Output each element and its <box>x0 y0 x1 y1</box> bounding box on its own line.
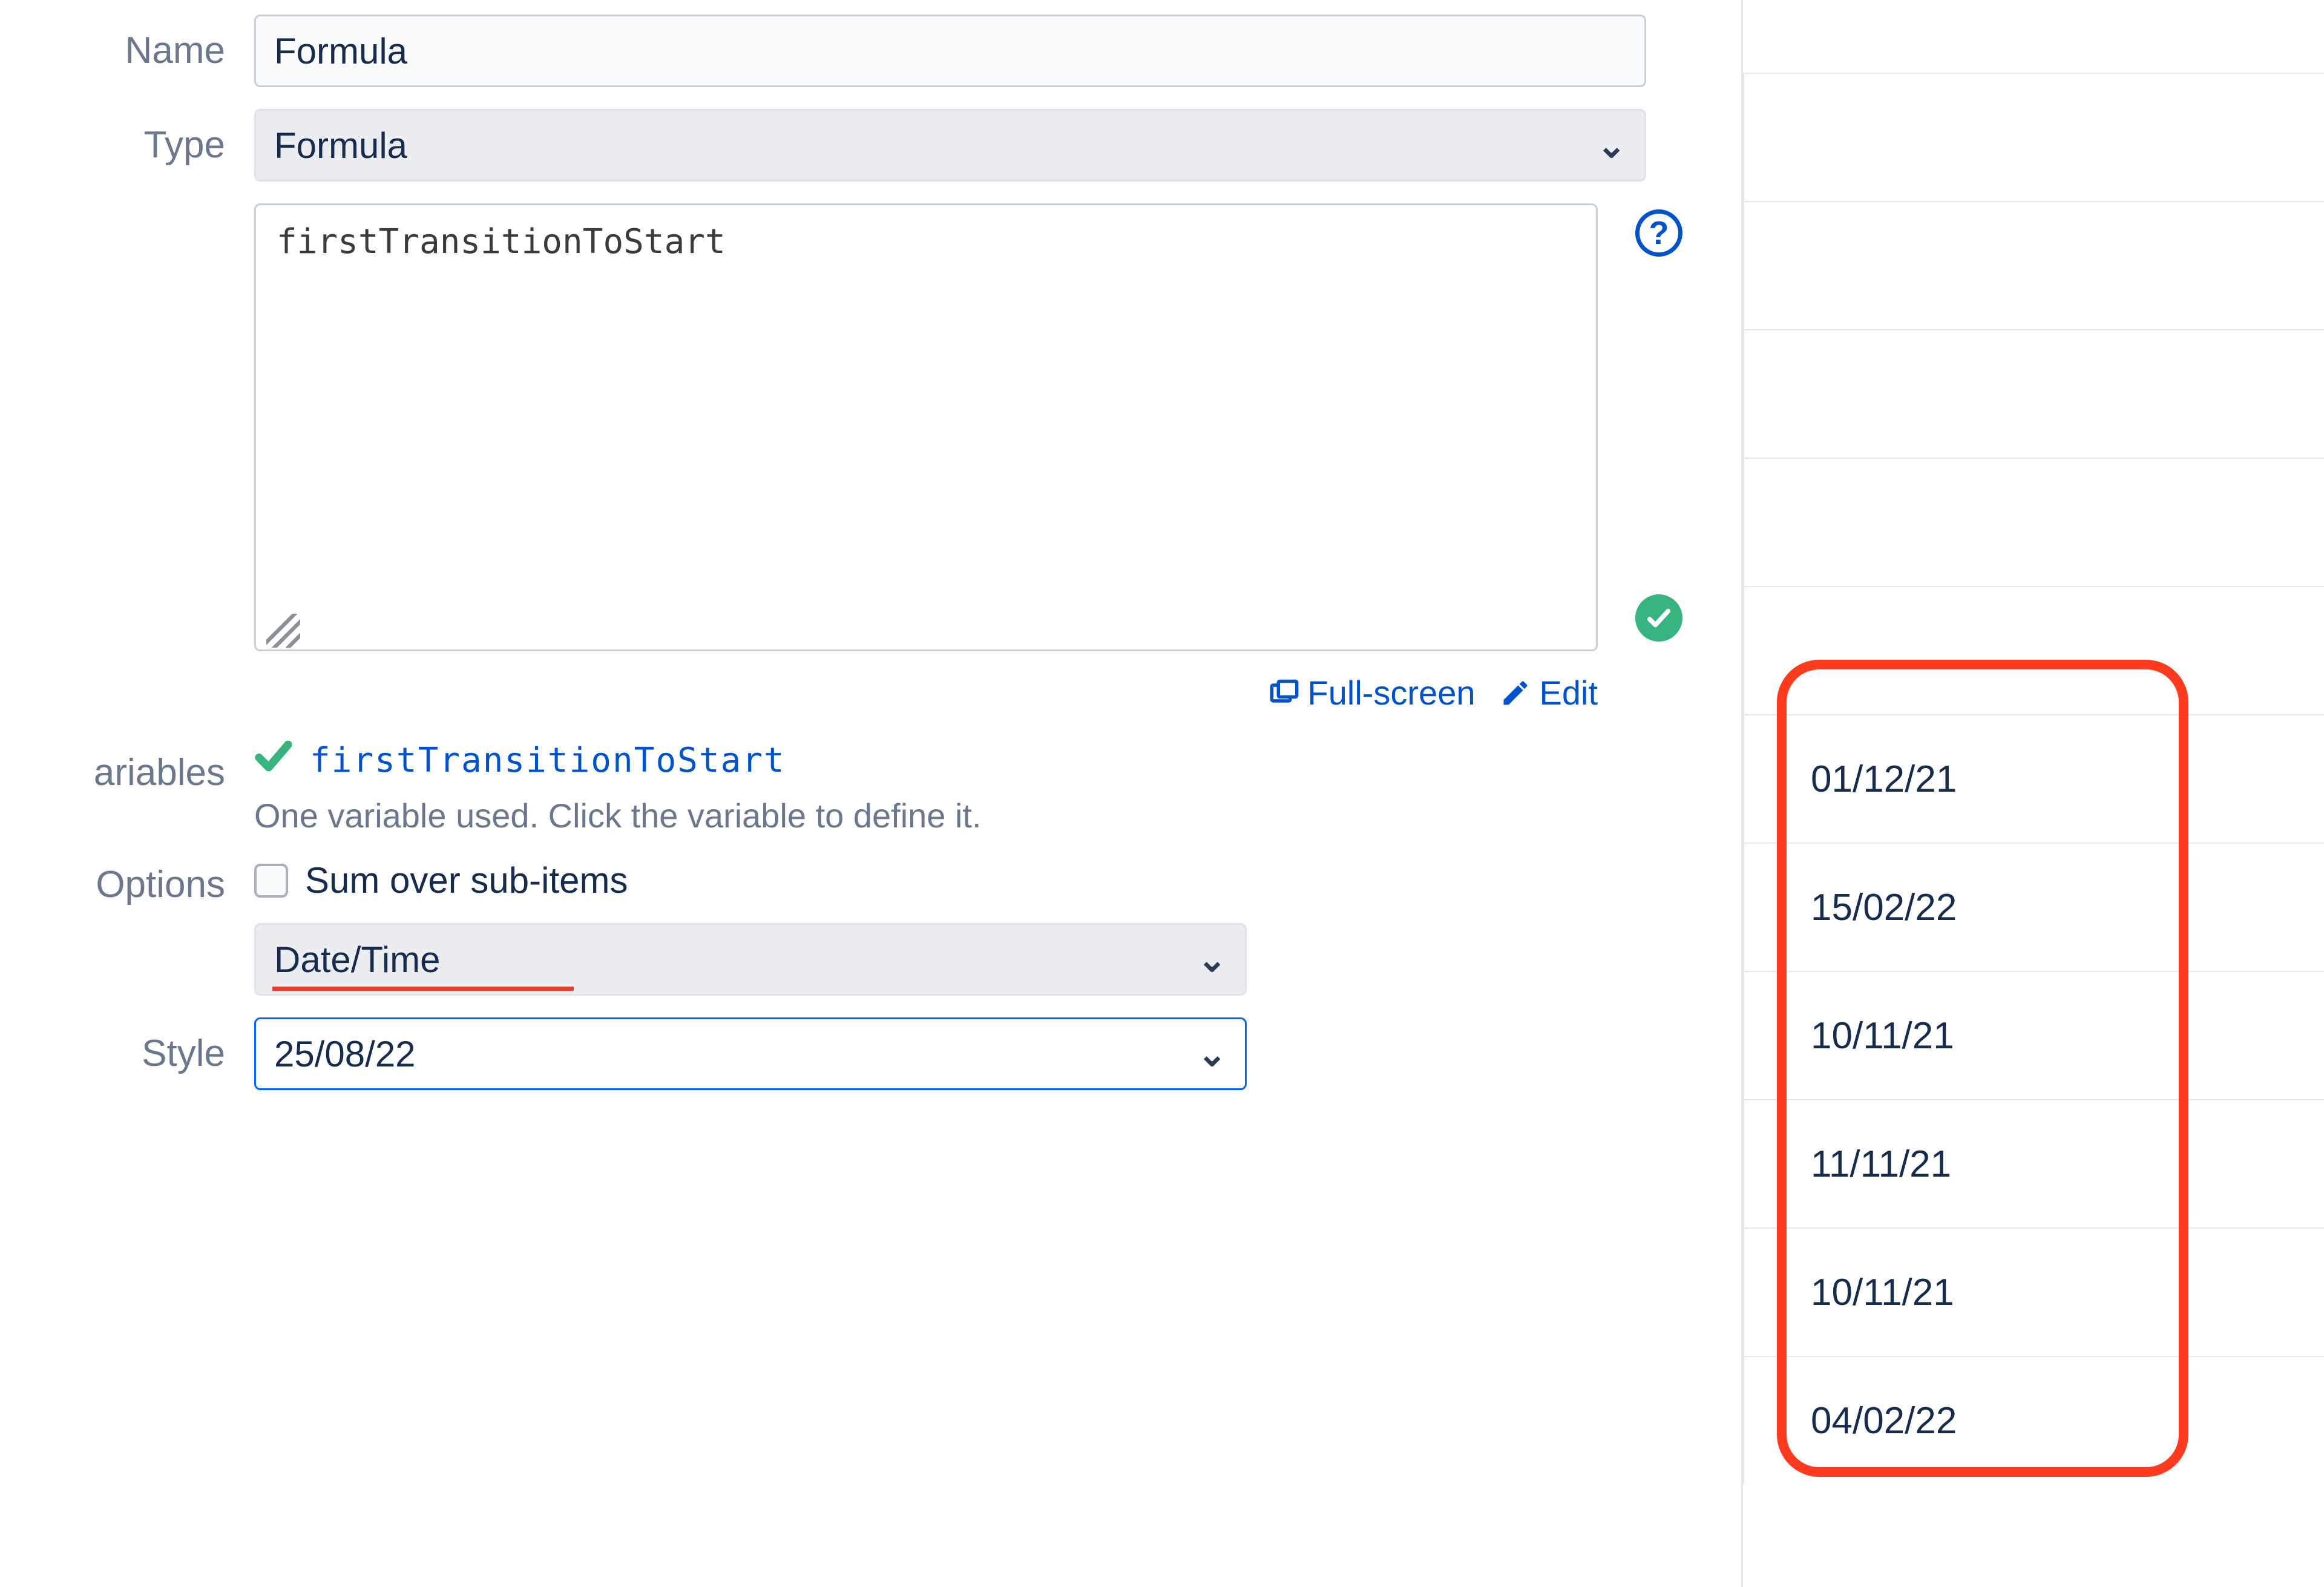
form-panel: Name Type Formula ⌄ ? <box>0 0 1743 1587</box>
format-select[interactable]: Date/Time ⌄ <box>254 923 1247 996</box>
resize-grip-icon[interactable] <box>266 614 300 648</box>
help-icon[interactable]: ? <box>1635 209 1682 257</box>
result-cell <box>1743 201 2324 329</box>
sum-checkbox-label: Sum over sub-items <box>305 859 628 901</box>
check-icon <box>254 737 293 784</box>
chevron-down-icon: ⌄ <box>1197 939 1227 980</box>
fullscreen-link[interactable]: Full-screen <box>1268 673 1475 712</box>
type-select-value: Formula <box>274 125 407 166</box>
result-cell <box>1743 329 2324 458</box>
sum-checkbox[interactable] <box>254 864 288 898</box>
result-cell: 01/12/21 <box>1743 714 2324 843</box>
result-cell: 10/11/21 <box>1743 971 2324 1099</box>
options-label: Options <box>0 859 254 906</box>
variable-hint: One variable used. Click the variable to… <box>254 796 1717 835</box>
variable-link[interactable]: firstTransitionToStart <box>310 741 786 780</box>
type-select[interactable]: Formula ⌄ <box>254 109 1646 182</box>
valid-icon <box>1635 594 1682 642</box>
edit-link[interactable]: Edit <box>1500 673 1598 712</box>
format-select-value: Date/Time <box>274 939 441 981</box>
style-select[interactable]: 25/08/22 ⌄ <box>254 1017 1247 1090</box>
result-cell <box>1743 458 2324 586</box>
result-cell: 04/02/22 <box>1743 1356 2324 1484</box>
name-input[interactable] <box>254 15 1646 87</box>
formula-textarea[interactable] <box>254 203 1598 651</box>
style-select-value: 25/08/22 <box>274 1033 416 1075</box>
edit-link-label: Edit <box>1540 673 1598 712</box>
name-label: Name <box>0 15 254 72</box>
variables-label: ariables <box>0 737 254 794</box>
results-column: 01/12/21 15/02/22 10/11/21 11/11/21 10/1… <box>1743 0 2324 1587</box>
result-cell: 11/11/21 <box>1743 1099 2324 1227</box>
style-label: Style <box>0 1017 254 1075</box>
annotation-underline <box>272 987 574 991</box>
chevron-down-icon: ⌄ <box>1197 1033 1227 1074</box>
fullscreen-link-label: Full-screen <box>1308 673 1475 712</box>
result-cell <box>1743 73 2324 201</box>
result-cell: 15/02/22 <box>1743 843 2324 971</box>
type-label: Type <box>0 109 254 166</box>
result-cell <box>1743 586 2324 714</box>
chevron-down-icon: ⌄ <box>1597 125 1626 166</box>
result-cell: 10/11/21 <box>1743 1227 2324 1356</box>
